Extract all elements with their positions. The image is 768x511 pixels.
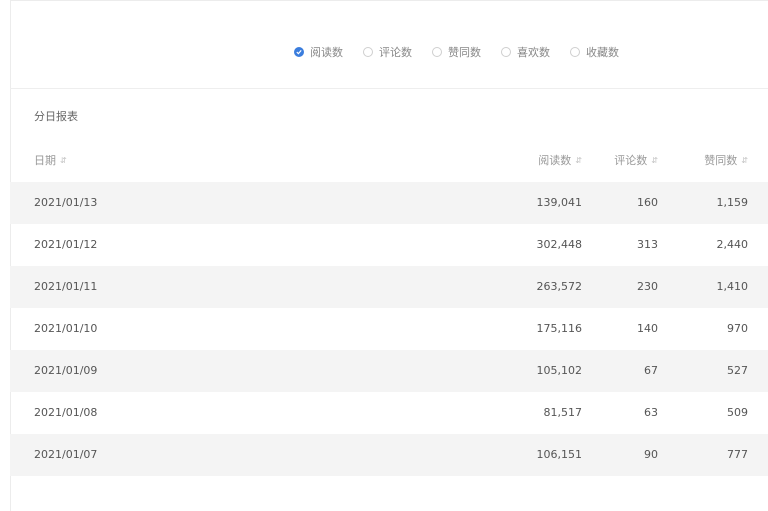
table-row: 2021/01/11 263,572 230 1,410 [10,266,768,308]
cell-reads: 81,517 [543,406,583,419]
metric-options: 阅读数 评论数 赞同数 喜欢数 收藏数 [294,44,639,60]
radio-unchecked-icon[interactable] [363,47,373,57]
cell-date: 2021/01/13 [34,196,98,209]
cell-date: 2021/01/09 [34,364,98,377]
cell-likes: 509 [727,406,748,419]
sort-icon[interactable]: ⇵ [60,140,67,182]
metric-label: 喜欢数 [517,46,550,59]
metric-selector-bar: 阅读数 评论数 赞同数 喜欢数 收藏数 [10,40,768,89]
radio-unchecked-icon[interactable] [432,47,442,57]
column-header-reads[interactable]: 阅读数 ⇵ [538,140,582,182]
table-row: 2021/01/10 175,116 140 970 [10,308,768,350]
table-row: 2021/01/13 139,041 160 1,159 [10,182,768,224]
metric-option-reads[interactable]: 阅读数 [294,44,343,60]
cell-date: 2021/01/12 [34,238,98,251]
table-row: 2021/01/12 302,448 313 2,440 [10,224,768,266]
table-header: 日期 ⇵ 阅读数 ⇵ 评论数 ⇵ 赞同数 ⇵ [10,140,768,182]
header-label: 评论数 [614,154,648,167]
cell-likes: 1,410 [716,280,749,293]
header-label: 赞同数 [704,154,738,167]
column-header-comments[interactable]: 评论数 ⇵ [614,140,658,182]
metric-label: 收藏数 [586,46,619,59]
column-header-likes[interactable]: 赞同数 ⇵ [704,140,748,182]
cell-date: 2021/01/07 [34,448,98,461]
radio-checked-icon[interactable] [294,47,304,57]
daily-report-table: 日期 ⇵ 阅读数 ⇵ 评论数 ⇵ 赞同数 ⇵ 2021/01/13 139,041 16… [10,140,768,476]
cell-reads: 263,572 [536,280,583,293]
cell-date: 2021/01/11 [34,280,98,293]
header-label: 阅读数 [538,154,572,167]
table-row: 2021/01/08 81,517 63 509 [10,392,768,434]
metric-option-collects[interactable]: 收藏数 [570,44,619,60]
radio-unchecked-icon[interactable] [501,47,511,57]
cell-date: 2021/01/10 [34,322,98,335]
cell-reads: 106,151 [536,448,583,461]
cell-reads: 105,102 [536,364,583,377]
cell-date: 2021/01/08 [34,406,98,419]
metric-label: 评论数 [379,46,412,59]
cell-comments: 313 [637,238,658,251]
metric-option-likes[interactable]: 赞同数 [432,44,481,60]
sort-icon[interactable]: ⇵ [575,140,582,182]
cell-comments: 230 [637,280,658,293]
cell-likes: 2,440 [716,238,749,251]
sort-icon[interactable]: ⇵ [741,140,748,182]
cell-likes: 777 [727,448,748,461]
metric-option-favorites[interactable]: 喜欢数 [501,44,550,60]
cell-likes: 1,159 [716,196,749,209]
cell-likes: 527 [727,364,748,377]
cell-comments: 90 [644,448,658,461]
sort-icon[interactable]: ⇵ [651,140,658,182]
metric-label: 阅读数 [310,46,343,59]
cell-comments: 63 [644,406,658,419]
column-header-date[interactable]: 日期 ⇵ [34,140,67,182]
cell-likes: 970 [727,322,748,335]
cell-reads: 302,448 [536,238,583,251]
cell-reads: 139,041 [536,196,583,209]
metric-label: 赞同数 [448,46,481,59]
cell-comments: 67 [644,364,658,377]
table-row: 2021/01/07 106,151 90 777 [10,434,768,476]
radio-unchecked-icon[interactable] [570,47,580,57]
table-row: 2021/01/09 105,102 67 527 [10,350,768,392]
metric-option-comments[interactable]: 评论数 [363,44,412,60]
section-title: 分日报表 [34,110,78,123]
cell-comments: 160 [637,196,658,209]
cell-comments: 140 [637,322,658,335]
cell-reads: 175,116 [536,322,583,335]
header-label: 日期 [34,154,56,167]
